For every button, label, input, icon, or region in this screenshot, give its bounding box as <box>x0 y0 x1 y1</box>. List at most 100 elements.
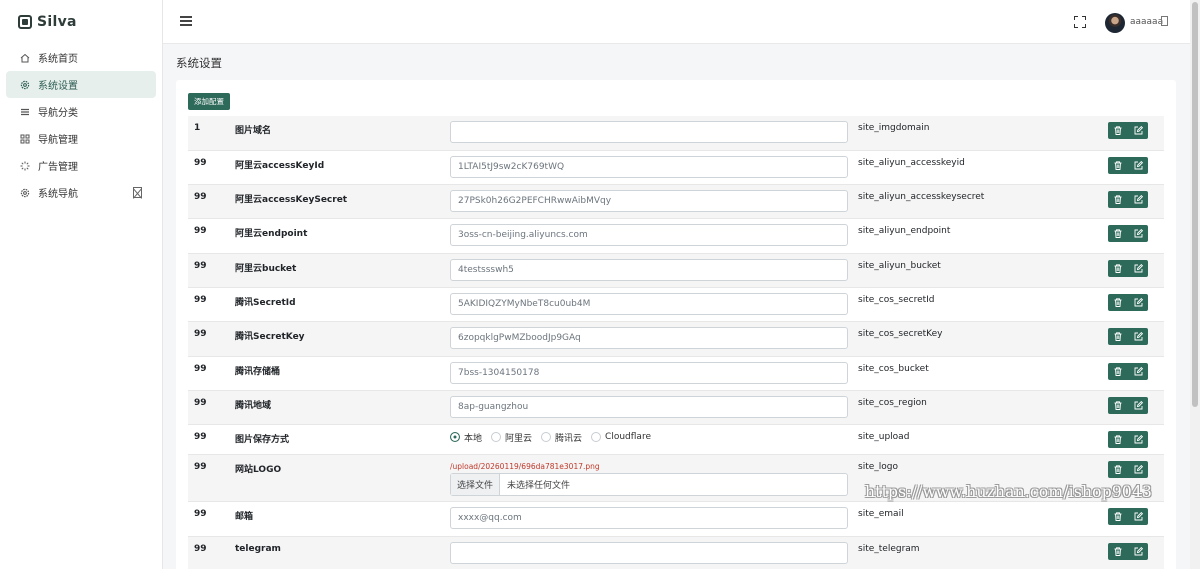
radio-tencent[interactable]: 腾讯云 <box>541 431 582 444</box>
row-order: 99 <box>194 544 207 554</box>
radio-local[interactable]: 本地 <box>450 431 482 444</box>
radio-icon <box>491 432 502 442</box>
sidebar-item-settings[interactable]: 系统设置 <box>6 71 156 98</box>
edit-button[interactable] <box>1128 431 1148 448</box>
row-key: site_email <box>858 509 904 519</box>
row-order: 99 <box>194 509 207 519</box>
delete-button[interactable] <box>1108 508 1128 525</box>
edit-button[interactable] <box>1128 543 1148 560</box>
fullscreen-icon[interactable] <box>1074 16 1086 28</box>
edit-button[interactable] <box>1128 328 1148 345</box>
table-row: 99 阿里云accessKeySecret 27PSk0h26G2PEFCHRw… <box>188 185 1164 219</box>
scrollbar-thumb[interactable] <box>1192 2 1198 407</box>
table-row: 99 邮箱 xxxx@qq.com site_email <box>188 502 1164 537</box>
delete-button[interactable] <box>1108 260 1128 277</box>
edit-button[interactable] <box>1128 363 1148 380</box>
delete-button[interactable] <box>1108 397 1128 414</box>
row-key: site_cos_secretId <box>858 295 935 305</box>
row-order: 99 <box>194 192 207 202</box>
home-icon <box>20 53 30 63</box>
value-input[interactable]: 3oss-cn-beijing.aliyuncs.com <box>450 224 848 246</box>
gear-icon <box>20 80 30 90</box>
edit-button[interactable] <box>1128 508 1148 525</box>
row-name: telegram <box>235 544 281 554</box>
sidebar-item-label: 系统设置 <box>38 81 78 92</box>
value-input[interactable]: 27PSk0h26G2PEFCHRwwAibMVqy <box>450 190 848 212</box>
sidebar-item-home[interactable]: 系统首页 <box>6 44 156 71</box>
choose-file-button[interactable]: 选择文件 <box>451 474 500 495</box>
value-input[interactable]: 6zopqklgPwMZboodJp9GAq <box>450 327 848 349</box>
delete-button[interactable] <box>1108 461 1128 478</box>
radio-aliyun[interactable]: 阿里云 <box>491 431 532 444</box>
delete-button[interactable] <box>1108 225 1128 242</box>
loader-icon <box>20 161 30 171</box>
row-name: 阿里云accessKeyId <box>235 161 325 171</box>
table-row: 99 阿里云accessKeyId 1LTAI5tJ9sw2cK769tWQ s… <box>188 151 1164 185</box>
value-input[interactable]: 1LTAI5tJ9sw2cK769tWQ <box>450 156 848 178</box>
row-key: site_imgdomain <box>858 123 930 133</box>
row-name: 腾讯SecretId <box>235 298 296 308</box>
page-scrollbar[interactable] <box>1190 0 1200 569</box>
table-row: 99 腾讯SecretKey 6zopqklgPwMZboodJp9GAq si… <box>188 322 1164 357</box>
value-input[interactable]: 7bss-1304150178 <box>450 362 848 384</box>
edit-button[interactable] <box>1128 260 1148 277</box>
logo-file-input[interactable]: 选择文件 未选择任何文件 <box>450 473 848 496</box>
upload-method-radio-group: 本地 阿里云 腾讯云 Cloudflare <box>450 431 660 444</box>
sidebar-item-label: 系统首页 <box>38 54 78 65</box>
sidebar-item-ads[interactable]: 广告管理 <box>6 152 156 179</box>
delete-button[interactable] <box>1108 543 1128 560</box>
delete-button[interactable] <box>1108 122 1128 139</box>
delete-button[interactable] <box>1108 294 1128 311</box>
sidebar-item-system-nav[interactable]: 系统导航 <box>6 179 156 206</box>
menu-toggle-icon[interactable] <box>180 16 192 26</box>
sidebar-item-label: 导航管理 <box>38 135 78 146</box>
delete-button[interactable] <box>1108 328 1128 345</box>
row-name: 邮箱 <box>235 512 254 522</box>
edit-button[interactable] <box>1128 294 1148 311</box>
row-name: 阿里云endpoint <box>235 229 308 239</box>
avatar[interactable] <box>1105 13 1125 33</box>
row-key: site_logo <box>858 462 898 472</box>
sidebar: Silva 系统首页 系统设置 导航分类 导航管理 广告管理 系统导航 <box>0 0 163 569</box>
grid-icon <box>20 134 30 144</box>
edit-button[interactable] <box>1128 157 1148 174</box>
row-key: site_cos_secretKey <box>858 329 943 339</box>
edit-button[interactable] <box>1128 122 1148 139</box>
value-input[interactable]: xxxx@qq.com <box>450 507 848 529</box>
top-header: aaaaaa <box>163 0 1190 44</box>
row-name: 腾讯SecretKey <box>235 332 305 342</box>
edit-button[interactable] <box>1128 225 1148 242</box>
value-input[interactable]: 5AKIDIQZYMyNbeT8cu0ub4M <box>450 293 848 315</box>
row-order: 99 <box>194 226 207 236</box>
value-input[interactable] <box>450 542 848 564</box>
value-input[interactable]: 8ap-guangzhou <box>450 396 848 418</box>
add-config-button[interactable]: 添加配置 <box>188 93 230 110</box>
table-row: 1 图片域名 site_imgdomain <box>188 116 1164 151</box>
delete-button[interactable] <box>1108 363 1128 380</box>
radio-cloudflare[interactable]: Cloudflare <box>591 432 651 442</box>
edit-button[interactable] <box>1128 397 1148 414</box>
edit-button[interactable] <box>1128 191 1148 208</box>
brand-logo[interactable]: Silva <box>0 0 162 44</box>
radio-icon <box>541 432 552 442</box>
logo-file-link[interactable]: /upload/20260119/696da781e3017.png <box>450 462 600 471</box>
value-input[interactable] <box>450 121 848 143</box>
value-input[interactable]: 4testssswh5 <box>450 259 848 281</box>
delete-button[interactable] <box>1108 431 1128 448</box>
table-row: 99 阿里云bucket 4testssswh5 site_aliyun_buc… <box>188 254 1164 288</box>
table-row: 99 阿里云endpoint 3oss-cn-beijing.aliyuncs.… <box>188 219 1164 254</box>
row-name: 阿里云bucket <box>235 264 297 274</box>
row-name: 图片保存方式 <box>235 435 290 445</box>
user-dropdown-icon[interactable] <box>1161 16 1168 26</box>
delete-button[interactable] <box>1108 191 1128 208</box>
sidebar-item-nav-manage[interactable]: 导航管理 <box>6 125 156 152</box>
sidebar-item-label: 导航分类 <box>38 108 78 119</box>
username[interactable]: aaaaaa <box>1130 17 1163 27</box>
sidebar-item-nav-category[interactable]: 导航分类 <box>6 98 156 125</box>
row-order: 99 <box>194 364 207 374</box>
table-row: 99 telegram site_telegram <box>188 537 1164 569</box>
table-row: 99 腾讯地域 8ap-guangzhou site_cos_region <box>188 391 1164 425</box>
delete-button[interactable] <box>1108 157 1128 174</box>
expand-icon[interactable] <box>133 187 142 198</box>
edit-button[interactable] <box>1128 461 1148 478</box>
